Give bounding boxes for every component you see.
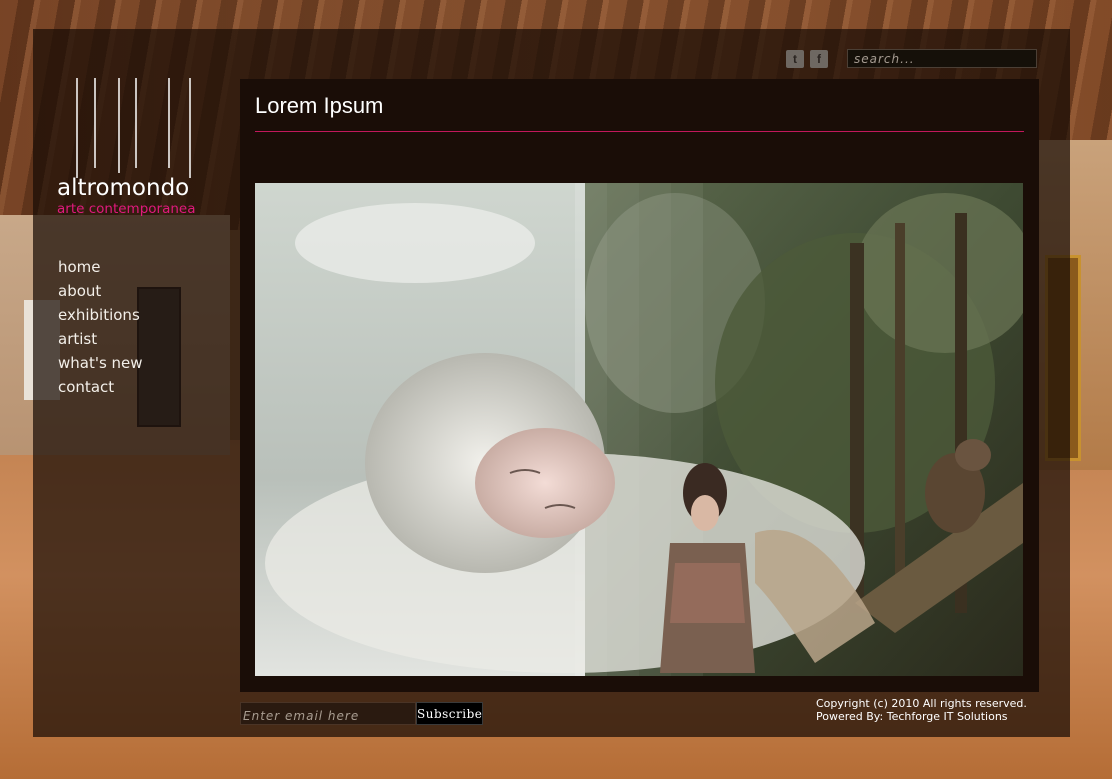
hero-artwork [255,183,1023,676]
nav-item-artist[interactable]: artist [58,327,143,351]
site-logo[interactable]: altromondo arte contemporanea [57,78,217,218]
nav-item-home[interactable]: home [58,255,143,279]
twitter-icon[interactable]: t [786,50,804,68]
logo-tagline: arte contemporanea [57,201,196,217]
page-title: Lorem Ipsum [255,93,384,118]
logo-wordmark: altromondo [57,175,189,201]
nav-item-exhibitions[interactable]: exhibitions [58,303,143,327]
search-input[interactable] [847,49,1037,68]
email-field[interactable] [240,702,416,725]
powered-by-text: Powered By: Techforge IT Solutions [816,710,1008,723]
facebook-icon[interactable]: f [810,50,828,68]
logo-graphic: altromondo arte contemporanea [57,78,196,217]
nav-item-whats-new[interactable]: what's new [58,351,143,375]
subscribe-button[interactable]: Subscribe [416,702,483,725]
title-divider [255,131,1024,132]
nav-item-about[interactable]: about [58,279,143,303]
main-navigation: home about exhibitions artist what's new… [58,255,143,399]
copyright-text: Copyright (c) 2010 All rights reserved. [816,697,1027,710]
content-area: Lorem Ipsum [240,79,1039,692]
footer-credits: Copyright (c) 2010 All rights reserved. … [816,697,1027,723]
nav-item-contact[interactable]: contact [58,375,143,399]
hero-image [255,183,1023,676]
